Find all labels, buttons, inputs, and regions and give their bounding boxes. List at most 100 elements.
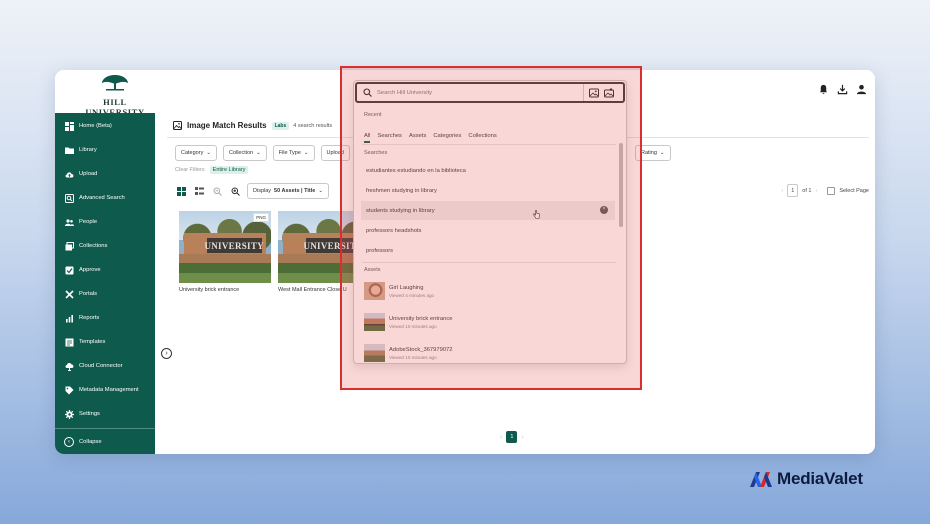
search-input[interactable] (377, 89, 582, 96)
list-view-button[interactable] (193, 185, 205, 197)
display-select[interactable]: Display 50 Assets | Title ⌄ (247, 183, 329, 199)
sidebar: Home (Beta) Library Upload Advanced Sear… (55, 113, 155, 454)
rating-filter[interactable]: Rating ⌄ (635, 145, 671, 161)
search-icon (363, 88, 372, 97)
clear-filters-link[interactable]: Clear Filters (175, 167, 205, 173)
asset-title[interactable]: University brick entrance (179, 287, 271, 293)
recent-search-text: professors headshots (366, 227, 422, 234)
asset-name: AdobeStock_367979072 (389, 346, 453, 353)
image-search-icon[interactable] (589, 88, 599, 98)
collections-icon (65, 241, 74, 250)
current-page[interactable]: 1 (506, 431, 518, 443)
expand-panel-button[interactable]: › (161, 348, 172, 359)
chevron-down-icon: ⌄ (256, 150, 261, 156)
top-icons (818, 84, 867, 95)
sidebar-item-advanced-search[interactable]: Advanced Search (55, 186, 155, 210)
zoom-out-button[interactable] (211, 185, 223, 197)
upload-filter[interactable]: Upload (320, 145, 350, 161)
recent-search-item[interactable]: professors (361, 241, 615, 260)
entire-library-chip[interactable]: Entire Library (209, 166, 249, 174)
tag-icon (65, 386, 74, 394)
display-prefix: Display (253, 188, 272, 194)
remove-search-icon[interactable]: × (600, 206, 608, 214)
sidebar-item-label: Settings (79, 411, 100, 417)
recent-asset-item[interactable]: Girl Laughing Viewed 4 minutes ago (364, 279, 434, 303)
sidebar-item-label: Templates (79, 339, 106, 345)
sidebar-item-templates[interactable]: Templates (55, 330, 155, 354)
asset-name: University brick entrance (389, 315, 453, 322)
tab-all[interactable]: All (364, 133, 371, 143)
download-icon[interactable] (837, 84, 848, 95)
sidebar-item-settings[interactable]: Settings (55, 402, 155, 426)
sidebar-item-approve[interactable]: Approve (55, 258, 155, 282)
cloud-upload-icon (65, 171, 74, 177)
top-pagination: ‹ 1 of 1 › Select Page (781, 184, 869, 197)
sidebar-item-metadata[interactable]: Metadata Management (55, 378, 155, 402)
sidebar-item-cloud-connector[interactable]: Cloud Connector (55, 354, 155, 378)
select-page-checkbox[interactable] (827, 186, 836, 195)
sidebar-item-label: Collections (79, 243, 108, 249)
zoom-in-button[interactable] (229, 185, 241, 197)
recent-search-text: students studying in library (366, 207, 435, 214)
page-number-input[interactable]: 1 (787, 184, 799, 197)
bell-icon[interactable] (818, 84, 829, 95)
prev-page-icon[interactable]: ‹ (781, 188, 783, 194)
view-toolbar: Display 50 Assets | Title ⌄ (175, 183, 329, 199)
asset-thumbnail[interactable]: UNIVERSITY PNG (179, 211, 271, 283)
asset-thumbnail (364, 313, 385, 331)
recent-search-item[interactable]: estudiantes estudiando en la biblioteca (361, 161, 615, 180)
sidebar-item-label: Upload (79, 171, 98, 177)
recent-search-text: professors (366, 247, 394, 254)
labs-badge: Labs (271, 121, 290, 130)
next-page-icon[interactable]: › (815, 188, 817, 194)
recent-search-text: estudiantes estudiando en la biblioteca (366, 167, 466, 174)
user-icon[interactable] (856, 84, 867, 95)
recent-search-item[interactable]: freshmen studying in library (361, 181, 615, 200)
filter-chips: Clear Filters Entire Library (175, 166, 249, 174)
image-upload-icon[interactable] (604, 87, 614, 98)
searches-divider (362, 262, 616, 263)
tab-searches[interactable]: Searches (377, 133, 402, 143)
sidebar-item-label: Portals (79, 291, 98, 297)
searches-label: Searches (364, 150, 388, 156)
category-filter[interactable]: Category ⌄ (175, 145, 217, 161)
recent-asset-item[interactable]: University brick entrance Viewed 10 minu… (364, 310, 452, 334)
collection-filter[interactable]: Collection ⌄ (222, 145, 267, 161)
sidebar-item-library[interactable]: Library (55, 138, 155, 162)
filter-label: Collection (228, 150, 254, 156)
results-header: Image Match Results Labs 4 search result… (173, 121, 332, 130)
file-type-badge: PNG (253, 213, 269, 222)
tab-categories[interactable]: Categories (433, 133, 461, 143)
search-bar[interactable] (355, 82, 625, 103)
tab-collections[interactable]: Collections (468, 133, 496, 143)
sidebar-item-label: Library (79, 147, 97, 153)
collapse-button[interactable]: ‹ Collapse (55, 428, 155, 454)
recent-search-item[interactable]: professors headshots (361, 221, 615, 240)
asset-card[interactable]: UNIVERSITY PNG University brick entrance (179, 211, 271, 293)
grid-view-button[interactable] (175, 185, 187, 197)
chevron-down-icon: ⌄ (659, 150, 665, 156)
sidebar-item-home[interactable]: Home (Beta) (55, 114, 155, 138)
hand-cursor-icon (533, 210, 540, 219)
recent-search-item[interactable]: students studying in library × (361, 201, 615, 220)
sidebar-item-portals[interactable]: Portals (55, 282, 155, 306)
filter-label: Upload (326, 150, 344, 156)
sidebar-item-label: Home (Beta) (79, 123, 112, 129)
sidebar-item-people[interactable]: People (55, 210, 155, 234)
dropdown-scrollbar[interactable] (619, 143, 623, 227)
reports-chart-icon (66, 314, 73, 322)
asset-viewed-time: Viewed 10 minutes ago (389, 323, 437, 329)
sidebar-item-reports[interactable]: Reports (55, 306, 155, 330)
sidebar-item-collections[interactable]: Collections (55, 234, 155, 258)
prev-page-icon[interactable]: ‹ (500, 434, 502, 441)
recent-search-text: freshmen studying in library (366, 187, 437, 194)
tab-assets[interactable]: Assets (409, 133, 426, 143)
mediavalet-logo: MediaValet (749, 469, 863, 489)
recent-asset-item[interactable]: AdobeStock_367979072 Viewed 10 minutes a… (364, 341, 453, 363)
file-type-filter[interactable]: File Type ⌄ (272, 145, 315, 161)
sidebar-item-upload[interactable]: Upload (55, 162, 155, 186)
grid-icon (176, 186, 186, 196)
next-page-icon[interactable]: › (521, 434, 523, 441)
filter-label: Rating (641, 150, 657, 156)
home-grid-icon (65, 121, 74, 131)
